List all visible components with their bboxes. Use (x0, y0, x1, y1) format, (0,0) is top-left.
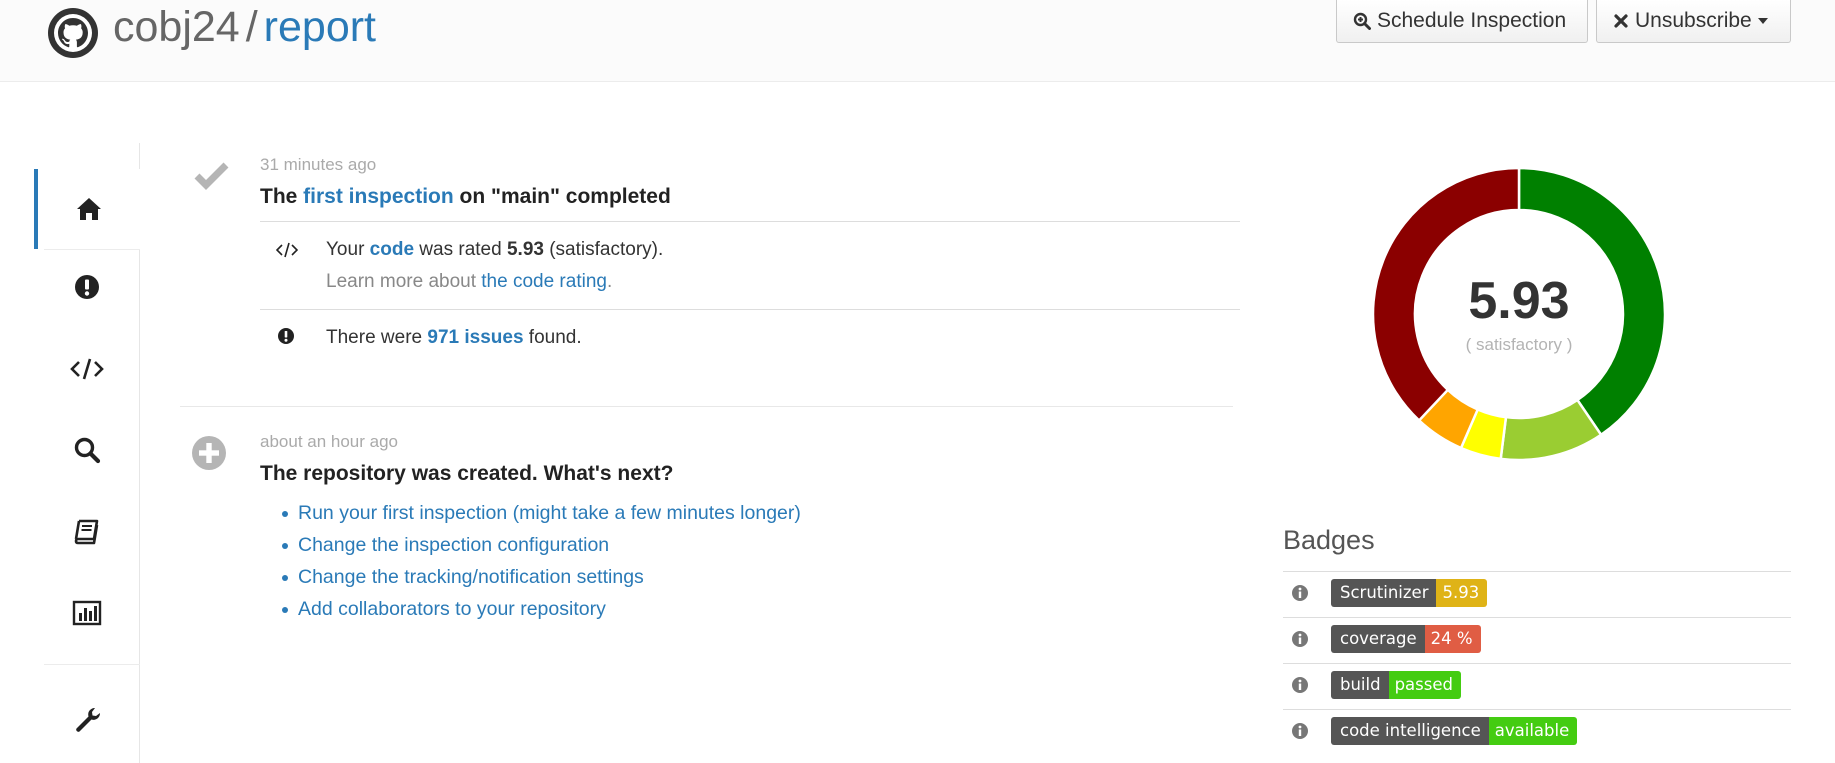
badge-row: build passed (1283, 664, 1791, 709)
build-badge[interactable]: build passed (1331, 671, 1461, 699)
rating-text: was rated (414, 239, 507, 260)
badges-heading: Badges (1283, 525, 1375, 555)
repo-owner[interactable]: cobj24 (113, 3, 240, 51)
repo-name-link[interactable]: report (264, 3, 376, 51)
sidebar-item-search[interactable] (34, 410, 140, 490)
code-link[interactable]: code (370, 239, 414, 260)
issues-text: There were (326, 327, 428, 348)
rating-donut-chart: 5.93 ( satisfactory ) (1372, 167, 1666, 461)
search-icon (74, 437, 101, 464)
learn-more-text: Learn more about the code rating. (326, 271, 612, 293)
info-icon[interactable] (1291, 676, 1309, 694)
issues-found-text: There were 971 issues found. (326, 327, 582, 349)
sidebar-item-code[interactable] (34, 329, 140, 409)
badge-value: available (1488, 717, 1578, 745)
badge-value: 24 % (1424, 625, 1481, 653)
repo-separator: / (245, 3, 258, 51)
info-icon[interactable] (1291, 630, 1309, 648)
badge-row: coverage 24 % (1283, 618, 1791, 663)
sidebar-item-home[interactable] (34, 169, 140, 249)
event-title-text: The (260, 185, 304, 208)
info-icon[interactable] (1291, 584, 1309, 602)
divider (260, 221, 1240, 222)
sidebar-item-docs[interactable] (34, 491, 140, 571)
event-time: about an hour ago (260, 432, 399, 451)
exclamation-circle-icon (75, 275, 99, 299)
divider (260, 309, 1240, 310)
notification-settings-link[interactable]: Change the tracking/notification setting… (298, 566, 644, 588)
scrutinizer-badge[interactable]: Scrutinizer 5.93 (1331, 579, 1488, 607)
first-inspection-link[interactable]: first inspection (303, 185, 454, 208)
issues-link[interactable]: 971 issues (427, 327, 523, 348)
code-icon (70, 358, 104, 380)
coverage-badge[interactable]: coverage 24 % (1331, 625, 1481, 653)
left-sidebar (34, 143, 140, 763)
badge-value: 5.93 (1436, 579, 1488, 607)
learn-more-prefix: Learn more about (326, 271, 482, 292)
badge-label: build (1331, 671, 1389, 699)
event-title: The first inspection on "main" completed (260, 185, 671, 209)
schedule-inspection-button[interactable]: Schedule Inspection (1336, 0, 1588, 43)
rating-text: (satisfactory). (543, 239, 664, 260)
unsubscribe-label: Unsubscribe (1635, 9, 1752, 32)
unsubscribe-button[interactable]: Unsubscribe (1596, 0, 1791, 43)
badge-row: Scrutinizer 5.93 (1283, 572, 1791, 617)
badge-label: coverage (1331, 625, 1425, 653)
wrench-icon (76, 707, 101, 732)
book-icon (74, 519, 99, 545)
check-icon (194, 162, 229, 190)
badge-row: code intelligence available (1283, 710, 1791, 755)
next-steps-list: Run your first inspection (might take a … (280, 497, 801, 625)
info-icon[interactable] (1291, 722, 1309, 740)
event-title-text: on "main" completed (453, 185, 671, 208)
issues-text: found. (523, 327, 582, 348)
add-collaborators-link[interactable]: Add collaborators to your repository (298, 598, 606, 620)
zoom-in-icon (1353, 12, 1371, 30)
rating-text: Your (326, 239, 370, 260)
sidebar-item-issues[interactable] (34, 247, 140, 327)
exclamation-circle-icon (278, 328, 294, 344)
repo-title: cobj24/report (113, 2, 376, 52)
badge-label: Scrutinizer (1331, 579, 1437, 607)
code-rating-link[interactable]: the code rating (481, 271, 607, 292)
close-icon (1613, 13, 1629, 29)
run-inspection-link[interactable]: Run your first inspection (might take a … (298, 502, 801, 524)
sidebar-divider (44, 664, 140, 665)
home-icon (77, 198, 101, 220)
plus-circle-icon (192, 436, 226, 470)
list-item: Change the tracking/notification setting… (280, 561, 801, 593)
badge-label: code intelligence (1331, 717, 1489, 745)
inspection-config-link[interactable]: Change the inspection configuration (298, 534, 609, 556)
event-title: The repository was created. What's next? (260, 462, 674, 485)
event-separator (180, 406, 1233, 407)
sidebar-item-settings[interactable] (34, 679, 140, 759)
code-icon (276, 242, 298, 258)
github-logo-icon (48, 8, 98, 58)
bar-chart-icon (72, 600, 102, 626)
schedule-inspection-label: Schedule Inspection (1377, 9, 1567, 32)
list-item: Add collaborators to your repository (280, 593, 801, 625)
list-item: Run your first inspection (might take a … (280, 497, 801, 529)
code-intelligence-badge[interactable]: code intelligence available (1331, 717, 1578, 745)
code-rating-text: Your code was rated 5.93 (satisfactory). (326, 239, 663, 261)
event-time: 31 minutes ago (260, 155, 377, 174)
rating-label: ( satisfactory ) (1465, 335, 1573, 354)
rating-score: 5.93 (1468, 272, 1570, 330)
badge-value: passed (1388, 671, 1461, 699)
list-item: Change the inspection configuration (280, 529, 801, 561)
top-header: cobj24/report Schedule Inspection Unsubs… (0, 0, 1835, 82)
caret-down-icon (1757, 18, 1768, 24)
sidebar-item-statistics[interactable] (34, 573, 140, 653)
rating-value: 5.93 (506, 239, 544, 260)
learn-more-suffix: . (606, 271, 613, 292)
